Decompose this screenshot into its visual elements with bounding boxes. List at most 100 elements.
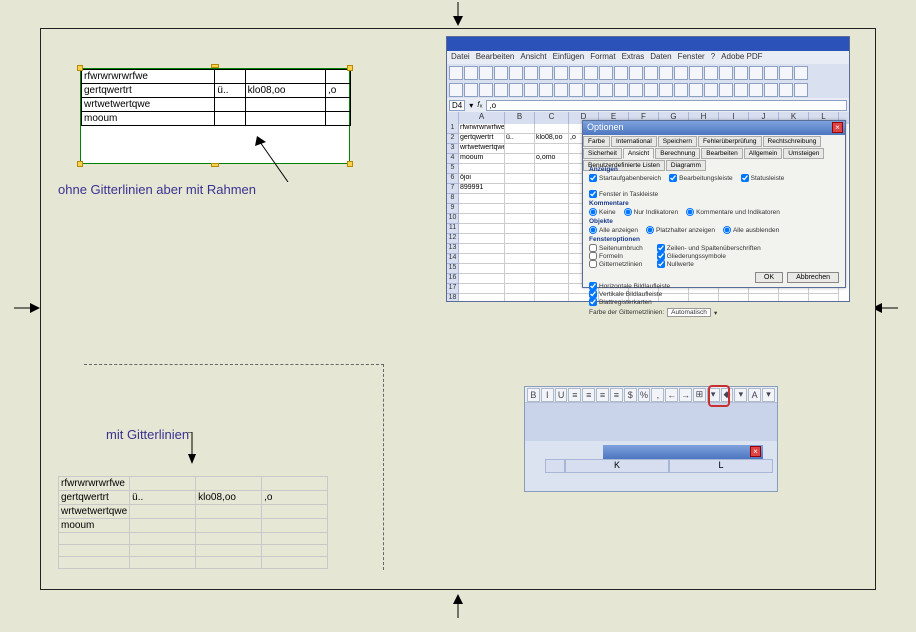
cell[interactable]: [505, 194, 535, 204]
cancel-button[interactable]: Abbrechen: [787, 272, 839, 283]
row-header[interactable]: 1: [447, 124, 459, 134]
toolbar-button[interactable]: [779, 66, 793, 80]
toolbar-button[interactable]: [704, 66, 718, 80]
row-header[interactable]: 7: [447, 184, 459, 194]
format-button[interactable]: ▾: [734, 388, 747, 402]
option[interactable]: Bearbeitungsleiste: [669, 174, 732, 182]
cell[interactable]: [505, 234, 535, 244]
formula-input[interactable]: ,o: [486, 100, 847, 111]
format-button[interactable]: ▾: [762, 388, 775, 402]
option[interactable]: Horizontale Bildlaufleiste: [589, 282, 670, 290]
toolbar-button[interactable]: [644, 66, 658, 80]
cell[interactable]: [459, 254, 505, 264]
col-header[interactable]: A: [459, 112, 505, 124]
cell[interactable]: 899991: [459, 184, 505, 194]
cell[interactable]: [505, 124, 535, 134]
toolbar-button[interactable]: [644, 83, 658, 97]
formatting-toolbar[interactable]: BIU≡≡≡≡$%,←→⊞▾◆▾A▾: [525, 387, 777, 403]
option[interactable]: Seitenumbruch: [589, 244, 643, 252]
option[interactable]: Zeilen- und Spaltenüberschriften: [657, 244, 761, 252]
option[interactable]: Keine: [589, 208, 616, 216]
format-button[interactable]: ≡: [582, 388, 595, 402]
toolbar-button[interactable]: [599, 66, 613, 80]
row-header[interactable]: 14: [447, 254, 459, 264]
selection-handle[interactable]: [77, 65, 83, 71]
option[interactable]: Nullwerte: [657, 260, 761, 268]
dialog-tab[interactable]: Fehlerüberprüfung: [698, 136, 761, 147]
toolbar-button[interactable]: [494, 83, 508, 97]
format-button[interactable]: $: [624, 388, 637, 402]
dialog-tab[interactable]: Speichern: [658, 136, 697, 147]
selection-handle[interactable]: [211, 163, 219, 167]
cell[interactable]: [535, 284, 569, 294]
cell[interactable]: [459, 264, 505, 274]
format-button[interactable]: B: [527, 388, 540, 402]
menu-item[interactable]: Einfügen: [553, 52, 585, 63]
toolbar-button[interactable]: [794, 83, 808, 97]
toolbar-button[interactable]: [584, 66, 598, 80]
dropdown-icon[interactable]: ▾: [714, 309, 717, 317]
cell[interactable]: [535, 294, 569, 302]
dialog-tabs[interactable]: FarbeInternationalSpeichernFehlerüberprü…: [583, 135, 845, 161]
format-button[interactable]: %: [638, 388, 651, 402]
toolbar-button[interactable]: [539, 66, 553, 80]
option[interactable]: Gitternetzlinien: [589, 260, 643, 268]
cell[interactable]: [505, 284, 535, 294]
col-header[interactable]: B: [505, 112, 535, 124]
cell[interactable]: [459, 214, 505, 224]
menu-item[interactable]: Ansicht: [520, 52, 546, 63]
menu-bar[interactable]: DateiBearbeitenAnsichtEinfügenFormatExtr…: [447, 51, 849, 64]
toolbar-button[interactable]: [764, 83, 778, 97]
cell[interactable]: [505, 254, 535, 264]
selection-handle[interactable]: [347, 65, 353, 71]
table-framed[interactable]: rfwrwrwrwrfwe gertqwertrtü..klo08,oo,o w…: [80, 68, 350, 164]
cell[interactable]: [535, 254, 569, 264]
toolbar-button[interactable]: [539, 83, 553, 97]
row-header[interactable]: 6: [447, 174, 459, 184]
row-header[interactable]: 10: [447, 214, 459, 224]
formula-bar[interactable]: D4 ▾𝑓ₓ ,o: [447, 98, 849, 112]
cell[interactable]: [535, 144, 569, 154]
toolbar-button[interactable]: [464, 66, 478, 80]
format-button[interactable]: ≡: [596, 388, 609, 402]
row-header[interactable]: 15: [447, 264, 459, 274]
dialog-tab[interactable]: Bearbeiten: [701, 148, 742, 159]
options-dialog[interactable]: Optionen × FarbeInternationalSpeichernFe…: [582, 120, 846, 288]
cell[interactable]: [459, 224, 505, 234]
row-header[interactable]: 2: [447, 134, 459, 144]
menu-item[interactable]: Bearbeiten: [476, 52, 515, 63]
child-window-titlebar[interactable]: ×: [603, 445, 763, 459]
format-button[interactable]: I: [541, 388, 554, 402]
dialog-tab[interactable]: Allgemein: [744, 148, 783, 159]
menu-item[interactable]: Fenster: [678, 52, 705, 63]
dialog-tab[interactable]: Diagramm: [666, 160, 706, 171]
cell[interactable]: [459, 234, 505, 244]
cell[interactable]: [459, 244, 505, 254]
toolbar-button[interactable]: [629, 66, 643, 80]
menu-item[interactable]: ?: [711, 52, 715, 63]
selection-handle[interactable]: [77, 161, 83, 167]
row-header[interactable]: 17: [447, 284, 459, 294]
cell[interactable]: [505, 174, 535, 184]
toolbar-button[interactable]: [479, 66, 493, 80]
toolbar-button[interactable]: [554, 83, 568, 97]
toolbar-button[interactable]: [449, 66, 463, 80]
format-button[interactable]: ≡: [610, 388, 623, 402]
cell[interactable]: gertqwertrt: [459, 134, 505, 144]
option[interactable]: Vertikale Bildlaufleiste: [589, 290, 670, 298]
cell[interactable]: [535, 234, 569, 244]
cell[interactable]: öjoi: [459, 174, 505, 184]
cell[interactable]: [459, 284, 505, 294]
row-header[interactable]: 3: [447, 144, 459, 154]
toolbar-button[interactable]: [734, 83, 748, 97]
cell[interactable]: [505, 224, 535, 234]
toolbar-button[interactable]: [689, 66, 703, 80]
toolbar-button[interactable]: [554, 66, 568, 80]
cell[interactable]: [535, 224, 569, 234]
cell[interactable]: [459, 164, 505, 174]
option[interactable]: Statusleiste: [741, 174, 785, 182]
cell[interactable]: [505, 264, 535, 274]
cell[interactable]: [535, 214, 569, 224]
cell[interactable]: [535, 204, 569, 214]
cell[interactable]: [505, 274, 535, 284]
